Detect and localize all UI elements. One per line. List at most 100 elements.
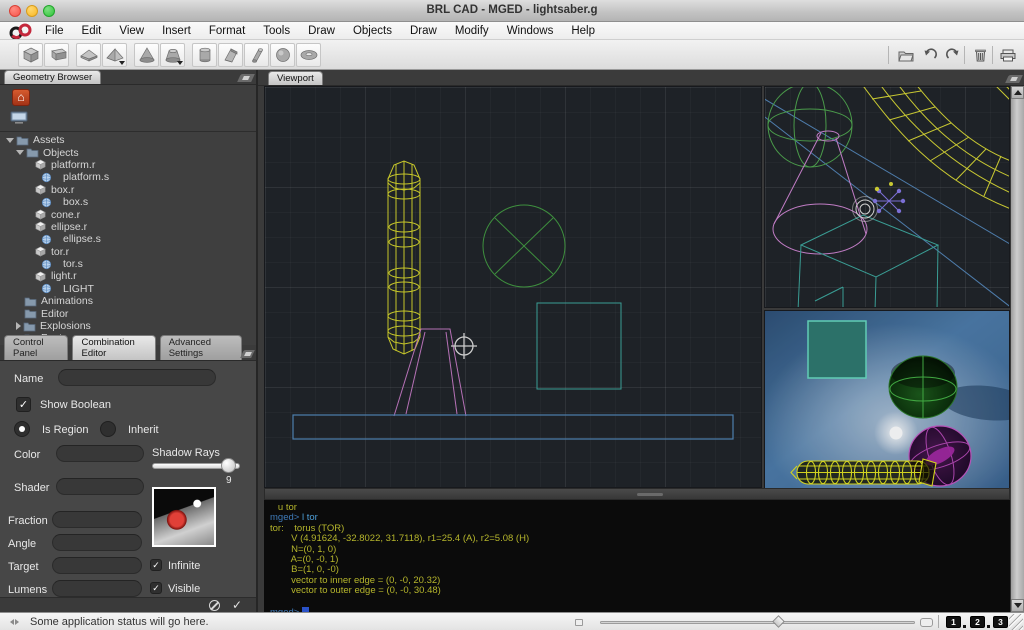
tree-item-platform-r[interactable]: platform.r — [0, 159, 256, 171]
print-button[interactable] — [998, 45, 1018, 65]
perspective-viewport-canvas[interactable] — [764, 86, 1010, 308]
home-button[interactable]: ⌂ — [12, 89, 30, 106]
tree-item-animations[interactable]: Animations — [0, 295, 256, 307]
menu-draw-2[interactable]: Draw — [401, 22, 446, 40]
tab-geometry-browser[interactable]: Geometry Browser — [4, 70, 101, 84]
status-text: Some application status will go here. — [30, 616, 209, 628]
folder-icon — [24, 296, 37, 307]
arb-tool-button[interactable] — [76, 43, 101, 67]
folder-icon — [26, 147, 39, 158]
menu-draw[interactable]: Draw — [299, 22, 344, 40]
tree-item-assets[interactable]: Assets — [0, 134, 256, 146]
status-slider-thumb[interactable] — [772, 615, 785, 628]
panel-menu-icon[interactable] — [240, 350, 255, 358]
collapse-arrow-icon[interactable] — [16, 322, 21, 330]
platform-wireframe — [293, 415, 733, 439]
scroll-down-button[interactable] — [1011, 599, 1024, 612]
tree-item-platform-s[interactable]: platform.s — [0, 171, 256, 183]
window-3-button[interactable]: 3 — [993, 616, 1008, 628]
tree-item-light[interactable]: LIGHT — [0, 283, 256, 295]
menu-objects[interactable]: Objects — [344, 22, 401, 40]
tree-item-light-r[interactable]: light.r — [0, 270, 256, 282]
pyramid-tool-button[interactable] — [102, 43, 127, 67]
open-folder-button[interactable] — [896, 45, 916, 65]
scroll-up-button[interactable] — [1011, 86, 1024, 99]
mged-console[interactable]: u tor mged> l tor tor: torus (TOR) V (4.… — [264, 500, 1010, 612]
apply-check-icon[interactable]: ✓ — [232, 599, 242, 611]
window-2-button[interactable]: 2 — [970, 616, 985, 628]
fraction-input[interactable] — [52, 511, 142, 528]
lumens-input[interactable] — [52, 580, 142, 597]
menu-view[interactable]: View — [110, 22, 153, 40]
tree-item-box-r[interactable]: box.r — [0, 184, 256, 196]
display-button[interactable] — [10, 111, 28, 125]
cone-tool-button[interactable] — [134, 43, 159, 67]
window-1-button[interactable]: 1 — [946, 616, 961, 628]
console-splitter[interactable] — [264, 488, 1010, 500]
delete-button[interactable] — [970, 45, 990, 65]
sphere-tool-button[interactable] — [270, 43, 295, 67]
wedge-tool-button[interactable] — [218, 43, 243, 67]
menu-windows[interactable]: Windows — [498, 22, 563, 40]
tree-item-explosions[interactable]: Explosions — [0, 320, 256, 332]
tree-item-ellipse-r[interactable]: ellipse.r — [0, 221, 256, 233]
menu-modify[interactable]: Modify — [446, 22, 498, 40]
tree-item-tor-r[interactable]: tor.r — [0, 246, 256, 258]
box-tool-button[interactable] — [18, 43, 43, 67]
status-round-button[interactable] — [920, 618, 933, 627]
rect-box-tool-button[interactable] — [44, 43, 69, 67]
panel-menu-icon[interactable] — [237, 74, 255, 82]
visible-checkbox[interactable]: ✓ — [150, 582, 162, 594]
truncated-cone-tool-button[interactable] — [160, 43, 185, 67]
solid-sphere-icon — [40, 172, 53, 183]
undo-button[interactable] — [920, 45, 940, 65]
name-input[interactable] — [58, 369, 216, 386]
cylinder-tool-button[interactable] — [192, 43, 217, 67]
tab-viewport[interactable]: Viewport — [268, 71, 323, 85]
tab-advanced-settings[interactable]: Advanced Settings — [160, 335, 242, 360]
menu-bar: File Edit View Insert Format Tools Draw … — [0, 22, 1024, 40]
menu-insert[interactable]: Insert — [153, 22, 200, 40]
menu-help[interactable]: Help — [562, 22, 604, 40]
shader-input[interactable] — [56, 478, 144, 495]
expand-arrow-icon[interactable] — [6, 138, 14, 143]
viewport-scrollbar[interactable] — [1011, 86, 1024, 612]
panel-menu-icon[interactable] — [1005, 75, 1023, 83]
redo-button[interactable] — [942, 45, 962, 65]
tree-item-objects[interactable]: Objects — [0, 146, 256, 158]
oblique-cylinder-tool-button[interactable] — [244, 43, 269, 67]
torus-tool-button[interactable] — [296, 43, 321, 67]
title-bar: BRL CAD - MGED - lightsaber.g — [0, 0, 1024, 22]
cancel-icon[interactable] — [209, 600, 220, 611]
expand-arrow-icon[interactable] — [16, 150, 24, 155]
angle-input[interactable] — [52, 534, 142, 551]
tree-item-editor[interactable]: Editor — [0, 307, 256, 319]
folder-icon — [24, 308, 37, 319]
main-viewport-canvas[interactable] — [264, 86, 762, 488]
color-input[interactable] — [56, 445, 144, 462]
tree-item-box-s[interactable]: box.s — [0, 196, 256, 208]
raytrace-render-canvas[interactable] — [764, 310, 1010, 490]
status-small-button[interactable] — [575, 619, 583, 626]
tab-control-panel[interactable]: Control Panel — [4, 335, 68, 360]
editor-tabbar: Control Panel Combination Editor Advance… — [0, 345, 256, 361]
status-slider[interactable] — [600, 621, 915, 624]
infinite-checkbox[interactable]: ✓ — [150, 559, 162, 571]
menu-format[interactable]: Format — [200, 22, 254, 40]
resize-grip[interactable] — [1009, 614, 1023, 630]
show-boolean-checkbox[interactable]: ✓ — [16, 397, 31, 412]
menu-tools[interactable]: Tools — [254, 22, 299, 40]
tree-item-tor-s[interactable]: tor.s — [0, 258, 256, 270]
tree-item-ellipse-s[interactable]: ellipse.s — [0, 233, 256, 245]
console-line: u tor — [270, 502, 297, 513]
primitive-toolbar — [0, 40, 1024, 70]
inherit-radio[interactable] — [100, 421, 116, 437]
tree-item-cone-r[interactable]: cone.r — [0, 208, 256, 220]
menu-file[interactable]: File — [36, 22, 73, 40]
menu-edit[interactable]: Edit — [73, 22, 111, 40]
target-input[interactable] — [52, 557, 142, 574]
solid-sphere-icon — [40, 197, 53, 208]
shadow-rays-slider-thumb[interactable] — [221, 458, 236, 473]
tab-combination-editor[interactable]: Combination Editor — [72, 335, 155, 360]
is-region-radio[interactable] — [14, 421, 30, 437]
